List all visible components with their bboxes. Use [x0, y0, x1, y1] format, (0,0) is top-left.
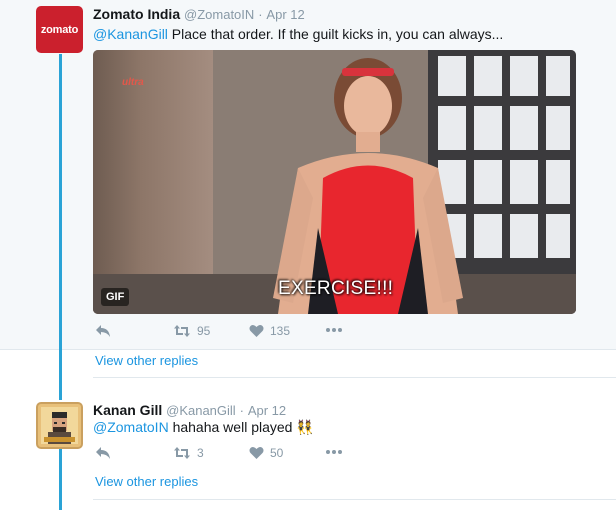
tweet-actions: 95 135: [93, 324, 393, 344]
heart-icon: [249, 324, 264, 337]
avatar-logo-text: zomato: [40, 23, 79, 36]
more-button[interactable]: [325, 327, 343, 333]
retweet-count: 95: [197, 324, 211, 338]
tweet-date[interactable]: Apr 12: [266, 7, 304, 22]
gif-watermark: ultra: [122, 77, 144, 88]
gif-caption: EXERCISE!!!: [278, 278, 394, 299]
gif-person: [273, 58, 463, 314]
reply-icon: [96, 447, 110, 459]
tweet-header: Kanan Gill @KananGill · Apr 12: [93, 402, 286, 418]
tweet-body: hahaha well played: [168, 419, 297, 435]
avatar[interactable]: zomato: [36, 6, 83, 53]
tweet-text: @ZomatoIN hahaha well played 👯: [93, 419, 314, 436]
retweet-button[interactable]: 3: [173, 446, 204, 460]
avatar[interactable]: [36, 402, 83, 449]
divider: [93, 377, 616, 378]
more-button[interactable]: [325, 449, 343, 455]
more-icon: [326, 328, 342, 332]
reply-button[interactable]: [95, 324, 111, 338]
author-handle[interactable]: @KananGill: [166, 403, 236, 418]
tweet-actions: 3 50: [93, 446, 393, 466]
thread-line: [59, 54, 62, 400]
author-handle[interactable]: @ZomatoIN: [184, 7, 254, 22]
author-name[interactable]: Zomato India: [93, 6, 180, 22]
retweet-icon: [174, 325, 190, 337]
reply-button[interactable]: [95, 446, 111, 460]
like-count: 135: [270, 324, 291, 338]
tweet-date[interactable]: Apr 12: [248, 403, 286, 418]
divider: [93, 499, 616, 500]
tweet-header: Zomato India @ZomatoIN · Apr 12: [93, 6, 305, 22]
more-icon: [326, 450, 342, 454]
mention-link[interactable]: @KananGill: [93, 26, 168, 42]
reply-icon: [96, 325, 110, 337]
gif-badge: GIF: [101, 288, 130, 306]
heart-icon: [249, 446, 264, 459]
tweet-text: @KananGill Place that order. If the guil…: [93, 26, 503, 42]
view-other-replies-link[interactable]: View other replies: [95, 353, 198, 368]
emoji: 👯: [296, 419, 314, 435]
header-separator: ·: [258, 7, 263, 22]
tweet-body: Place that order. If the guilt kicks in,…: [167, 26, 504, 42]
mention-link[interactable]: @ZomatoIN: [93, 419, 169, 435]
retweet-icon: [174, 447, 190, 459]
gif-media[interactable]: ultra GIF EXERCISE!!!: [93, 50, 576, 314]
like-count: 50: [270, 446, 284, 460]
retweet-count: 3: [197, 446, 204, 460]
like-button[interactable]: 50: [249, 446, 283, 460]
retweet-button[interactable]: 95: [173, 324, 210, 338]
thread-line: [59, 448, 62, 510]
header-separator: ·: [239, 403, 244, 418]
avatar-illustration: [38, 404, 81, 447]
view-other-replies-link[interactable]: View other replies: [95, 474, 198, 489]
like-button[interactable]: 135: [249, 324, 290, 338]
author-name[interactable]: Kanan Gill: [93, 402, 162, 418]
